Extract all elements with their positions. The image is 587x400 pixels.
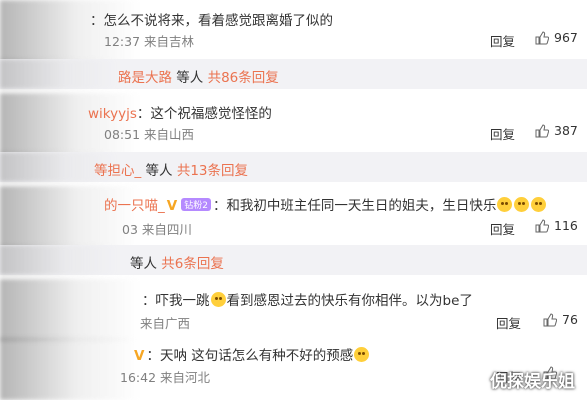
emoji-icon [354, 347, 370, 362]
comment-location: 来自山西 [144, 127, 195, 142]
comment-author[interactable]: 的一只喵_ [104, 198, 165, 214]
reply-summary-bar[interactable]: 等人 共6条回复 [0, 245, 587, 275]
comment-location: 来自广西 [140, 316, 191, 331]
reply-button[interactable]: 回复 [490, 31, 515, 50]
view-replies-link[interactable]: 共13条回复 [177, 163, 248, 179]
comment-text: ：吓我一跳 看到感恩过去的快乐有你相伴。以为be了 [142, 292, 473, 309]
comment-meta: 08:51 来自山西 [104, 124, 194, 143]
reply-author: 路是大路 [118, 70, 172, 86]
comment-text: wikyyjs：这个祝福感觉怪怪的 [88, 106, 272, 122]
reply-summary-bar[interactable]: 路是大路 等人 共86条回复 [0, 59, 587, 89]
view-replies-link[interactable]: 共6条回复 [161, 256, 224, 272]
comment-location: 来自吉林 [144, 34, 195, 49]
reply-author: 等担心_ [94, 163, 142, 179]
thumbs-up-icon [535, 218, 549, 232]
blurred-avatar [0, 338, 140, 400]
emoji-icon [531, 197, 547, 212]
comment-time: 03 [122, 222, 138, 237]
comment-text: V ：天呐 这句话怎么有种不好的预感 [132, 344, 370, 364]
reply-button[interactable]: 回复 [490, 219, 515, 238]
blurred-avatar [0, 59, 120, 89]
thumbs-up-icon [535, 30, 549, 44]
comment-text: ：怎么不说将来，看着感觉跟离婚了似的 [90, 13, 333, 29]
comment-item: ：怎么不说将来，看着感觉跟离婚了似的 12:37 来自吉林 回复 967 [0, 0, 587, 62]
verified-v-icon: V [134, 348, 145, 364]
comment-meta: 来自广西 [140, 313, 190, 332]
comment-item: wikyyjs：这个祝福感觉怪怪的 08:51 来自山西 回复 387 [0, 93, 587, 155]
comment-time: 16:42 [120, 370, 157, 385]
comment-time: 08:51 [104, 127, 141, 142]
view-replies-link[interactable]: 共86条回复 [208, 70, 279, 86]
like-button[interactable]: 116 [535, 218, 578, 233]
comment-time: 12:37 [104, 34, 141, 49]
blurred-avatar [0, 245, 120, 275]
blurred-avatar [0, 279, 140, 341]
like-count: 76 [562, 312, 578, 327]
reply-summary-bar[interactable]: 等担心_ 等人 共13条回复 [0, 152, 587, 182]
reply-button[interactable]: 回复 [490, 124, 515, 143]
emoji-icon [210, 292, 226, 307]
thumbs-up-icon [543, 312, 557, 326]
like-count: 967 [554, 30, 578, 45]
like-count: 387 [554, 123, 578, 138]
like-button[interactable]: 967 [535, 30, 578, 45]
thumbs-up-icon [535, 123, 549, 137]
watermark: 倪探娱乐姐 [490, 372, 575, 392]
emoji-icon [497, 197, 513, 212]
comment-location: 来自河北 [160, 370, 211, 385]
reply-button[interactable]: 回复 [496, 313, 521, 332]
like-count: 116 [554, 218, 578, 233]
comment-meta: 03 来自四川 [122, 219, 192, 238]
comment-text: 的一只喵_ V 钻粉2 ：和我初中班主任同一天生日的姐夫，生日快乐 [104, 194, 547, 214]
emoji-icon [514, 197, 530, 212]
comment-author[interactable]: wikyyjs [88, 106, 137, 122]
like-button[interactable]: 387 [535, 123, 578, 138]
comment-meta: 12:37 来自吉林 [104, 31, 194, 50]
comment-item: ：吓我一跳 看到感恩过去的快乐有你相伴。以为be了 来自广西 回复 76 [0, 279, 587, 341]
comment-item: 的一只喵_ V 钻粉2 ：和我初中班主任同一天生日的姐夫，生日快乐 03 来自四川 回… [0, 186, 587, 248]
like-button[interactable]: 76 [543, 312, 578, 327]
verified-v-icon: V [166, 198, 178, 214]
fan-level-badge: 钻粉2 [181, 198, 211, 211]
comment-location: 来自四川 [141, 222, 192, 237]
comment-meta: 16:42 来自河北 [120, 367, 210, 386]
